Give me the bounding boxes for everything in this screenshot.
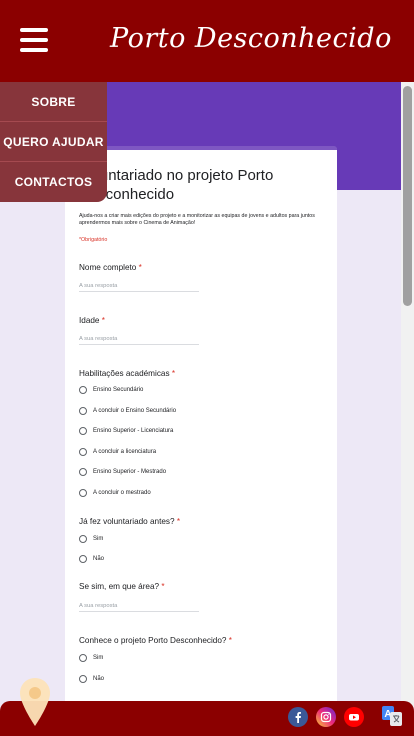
required-note: *Obrigatório <box>79 237 108 243</box>
youtube-icon[interactable] <box>344 707 364 727</box>
question-label-age: Idade * <box>79 316 105 325</box>
age-input[interactable]: A sua resposta <box>79 334 199 345</box>
top-header: Porto Desconhecido <box>0 0 414 82</box>
radio-option[interactable]: Ensino Superior - Mestrado <box>79 467 166 477</box>
form-description: Ajuda-nos a criar mais edições do projet… <box>79 213 315 226</box>
question-label-volunteered: Já fez voluntariado antes? * <box>79 517 181 526</box>
radio-button[interactable] <box>79 535 87 543</box>
radio-option[interactable]: A concluir o mestrado <box>79 488 151 498</box>
question-label-knows-project: Conhece o projeto Porto Desconhecido? * <box>79 636 232 645</box>
radio-button[interactable] <box>79 427 87 435</box>
radio-button[interactable] <box>79 555 87 563</box>
translate-icon[interactable]: A <box>382 706 402 726</box>
radio-button[interactable] <box>79 675 87 683</box>
radio-button[interactable] <box>79 468 87 476</box>
menu-item-contactos[interactable]: CONTACTOS <box>0 162 107 202</box>
question-label-education: Habilitações académicas * <box>79 369 176 378</box>
radio-option[interactable]: Ensino Superior - Licenciatura <box>79 426 173 436</box>
radio-button[interactable] <box>79 407 87 415</box>
radio-option[interactable]: Não <box>79 674 104 684</box>
radio-button[interactable] <box>79 448 87 456</box>
full-name-input[interactable]: A sua resposta <box>79 281 199 292</box>
radio-option[interactable]: A concluir o Ensino Secundário <box>79 406 176 416</box>
side-menu: SOBRE QUERO AJUDAR CONTACTOS <box>0 82 107 202</box>
radio-option[interactable]: Sim <box>79 534 103 544</box>
radio-button[interactable] <box>79 386 87 394</box>
question-label-full-name: Nome completo * <box>79 263 142 272</box>
radio-option[interactable]: Ensino Secundário <box>79 385 143 395</box>
area-input[interactable]: A sua resposta <box>79 601 199 612</box>
radio-option[interactable]: Sim <box>79 653 103 663</box>
scrollbar-thumb[interactable] <box>403 86 412 306</box>
hamburger-line <box>20 28 48 32</box>
location-pin-icon[interactable] <box>18 676 52 728</box>
facebook-icon[interactable] <box>288 707 308 727</box>
radio-option[interactable]: Não <box>79 554 104 564</box>
brand-logo-title[interactable]: Porto Desconhecido <box>110 14 391 64</box>
form-title: Voluntariado no projeto Porto Desconheci… <box>79 167 274 203</box>
radio-button[interactable] <box>79 654 87 662</box>
hamburger-line <box>20 38 48 42</box>
hamburger-line <box>20 48 48 52</box>
question-label-area: Se sim, em que área? * <box>79 582 165 591</box>
menu-item-quero-ajudar[interactable]: QUERO AJUDAR <box>0 122 107 162</box>
instagram-icon[interactable] <box>316 707 336 727</box>
hamburger-menu-icon[interactable] <box>20 28 48 52</box>
scrollbar[interactable] <box>401 82 414 707</box>
radio-button[interactable] <box>79 489 87 497</box>
menu-item-sobre[interactable]: SOBRE <box>0 82 107 122</box>
form-card: Voluntariado no projeto Porto Desconheci… <box>65 146 337 707</box>
radio-option[interactable]: A concluir a licenciatura <box>79 447 156 457</box>
